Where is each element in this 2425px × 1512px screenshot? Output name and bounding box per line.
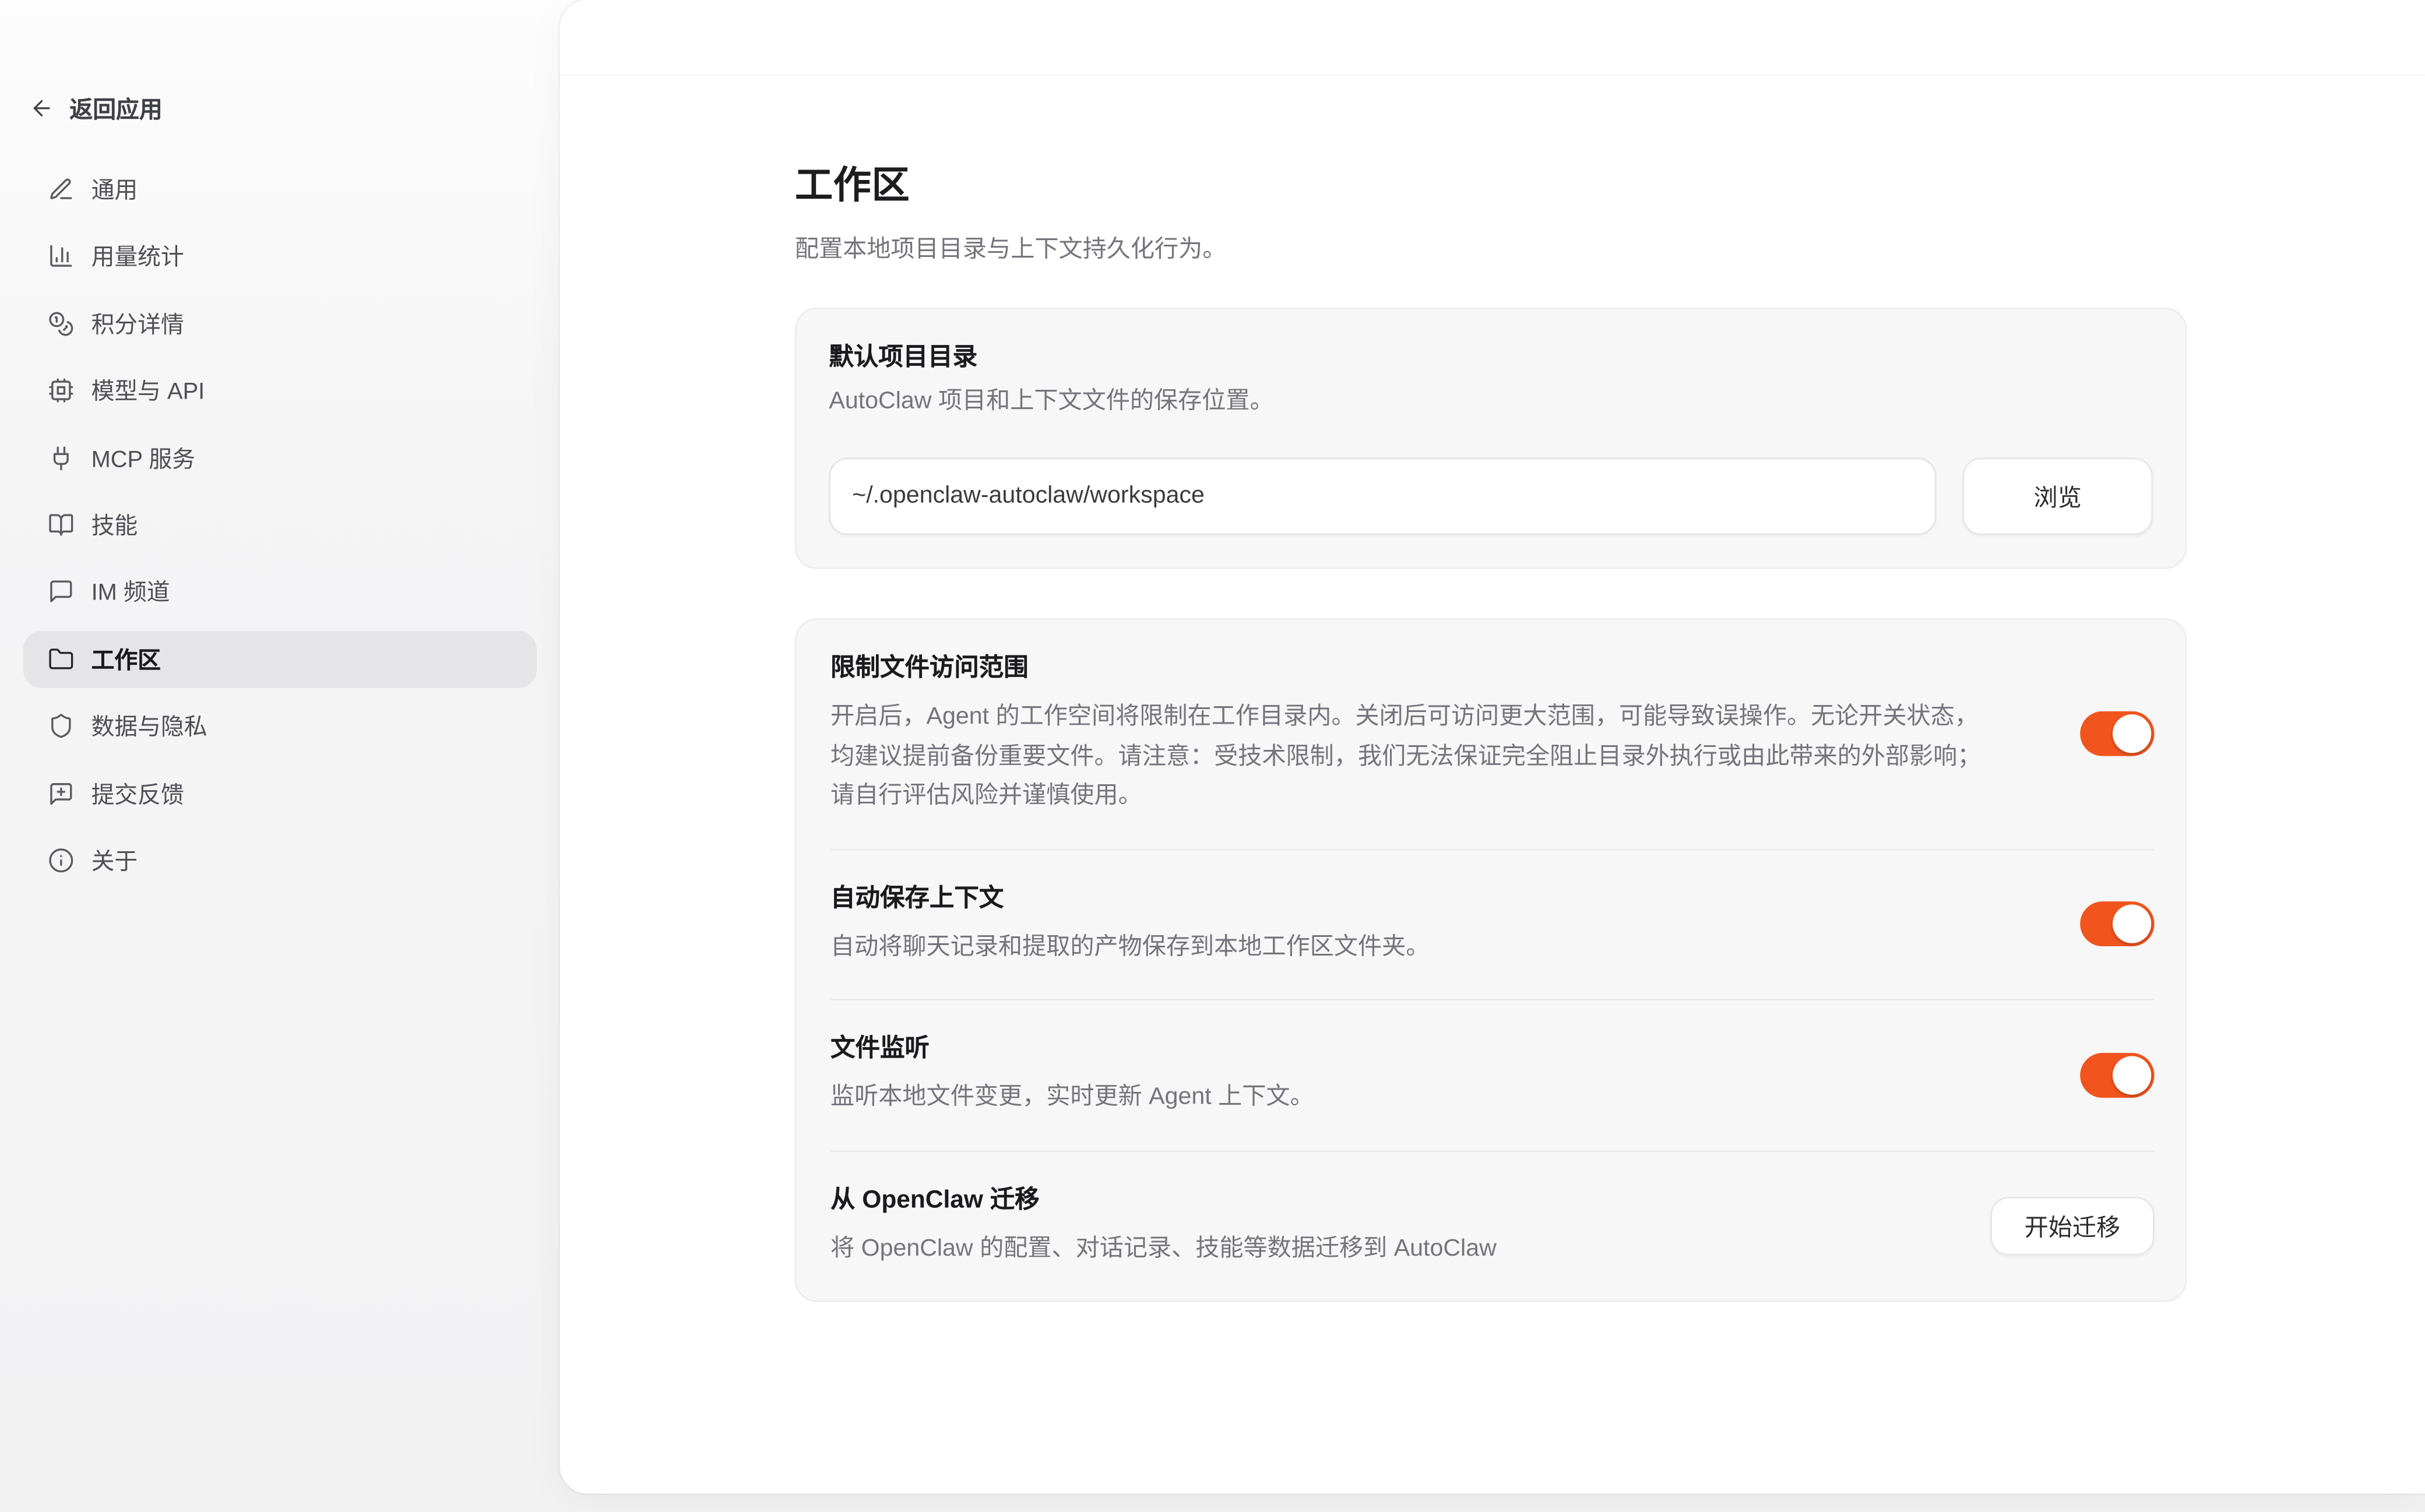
sidebar-item-general[interactable]: 通用 bbox=[23, 161, 537, 218]
sidebar-item-mcp-services[interactable]: MCP 服务 bbox=[23, 429, 537, 487]
folder-icon bbox=[48, 646, 74, 672]
workspace-path-input[interactable] bbox=[829, 457, 1936, 535]
sidebar-item-im-channels[interactable]: IM 频道 bbox=[23, 563, 537, 621]
default-directory-card: 默认项目目录 AutoClaw 项目和上下文文件的保存位置。 浏览 bbox=[795, 308, 2187, 569]
info-icon bbox=[48, 847, 74, 873]
sidebar-item-about[interactable]: 关于 bbox=[23, 831, 537, 889]
directory-input-row: 浏览 bbox=[829, 457, 2153, 535]
arrow-left-icon bbox=[29, 96, 54, 121]
main-panel: 工作区 配置本地项目目录与上下文持久化行为。 默认项目目录 AutoClaw 项… bbox=[560, 0, 2425, 1493]
sidebar-item-credits[interactable]: 积分详情 bbox=[23, 295, 537, 352]
auto-save-context-toggle[interactable] bbox=[2080, 902, 2154, 947]
page-subtitle: 配置本地项目目录与上下文持久化行为。 bbox=[795, 234, 2187, 267]
pencil-icon bbox=[48, 177, 74, 203]
setting-description: 开启后，Agent 的工作空间将限制在工作目录内。关闭后可访问更大范围，可能导致… bbox=[830, 697, 1987, 816]
chat-bubble-icon bbox=[48, 579, 74, 605]
feedback-icon bbox=[48, 780, 74, 806]
sidebar-item-skills[interactable]: 技能 bbox=[23, 496, 537, 554]
chip-icon bbox=[48, 378, 74, 404]
page-title: 工作区 bbox=[795, 159, 2187, 215]
plug-icon bbox=[48, 445, 74, 471]
book-open-icon bbox=[48, 512, 74, 538]
restrict-file-access-toggle[interactable] bbox=[2080, 711, 2154, 756]
back-button[interactable]: 返回应用 bbox=[29, 88, 162, 128]
sidebar-item-label: 积分详情 bbox=[91, 308, 184, 340]
setting-row-file-watch: 文件监听 监听本地文件变更，实时更新 Agent 上下文。 bbox=[830, 1000, 2155, 1151]
sidebar: 返回应用 通用 用量统计 积分详情 模型与 API MCP 服务 bbox=[0, 0, 560, 1512]
sidebar-item-label: 模型与 API bbox=[91, 375, 205, 407]
sidebar-item-workspace[interactable]: 工作区 bbox=[23, 630, 537, 688]
sidebar-item-label: 通用 bbox=[91, 173, 138, 206]
toggle-knob bbox=[2113, 1056, 2151, 1094]
shield-icon bbox=[48, 713, 74, 739]
setting-title: 限制文件访问范围 bbox=[830, 653, 1987, 686]
setting-title: 自动保存上下文 bbox=[830, 882, 1987, 916]
sidebar-item-label: 用量统计 bbox=[91, 240, 184, 273]
toggle-knob bbox=[2113, 905, 2151, 943]
sidebar-nav: 通用 用量统计 积分详情 模型与 API MCP 服务 技能 bbox=[23, 161, 537, 889]
coins-icon bbox=[48, 311, 74, 337]
setting-description: 将 OpenClaw 的配置、对话记录、技能等数据迁移到 AutoClaw bbox=[830, 1228, 1898, 1268]
workspace-settings-card: 限制文件访问范围 开启后，Agent 的工作空间将限制在工作目录内。关闭后可访问… bbox=[795, 618, 2187, 1302]
sidebar-item-models-api[interactable]: 模型与 API bbox=[23, 362, 537, 419]
browse-button[interactable]: 浏览 bbox=[1963, 457, 2153, 535]
setting-title: 文件监听 bbox=[830, 1033, 1987, 1067]
directory-card-title: 默认项目目录 bbox=[829, 341, 2153, 375]
settings-window: 返回应用 通用 用量统计 积分详情 模型与 API MCP 服务 bbox=[0, 0, 2425, 1512]
setting-row-restrict-file-access: 限制文件访问范围 开启后，Agent 的工作空间将限制在工作目录内。关闭后可访问… bbox=[830, 620, 2155, 850]
sidebar-item-label: MCP 服务 bbox=[91, 442, 195, 474]
sidebar-item-feedback[interactable]: 提交反馈 bbox=[23, 764, 537, 822]
sidebar-item-label: 关于 bbox=[91, 844, 138, 877]
bar-chart-icon bbox=[48, 244, 74, 270]
sidebar-item-label: 技能 bbox=[91, 509, 138, 541]
back-button-label: 返回应用 bbox=[69, 92, 162, 125]
setting-row-migrate-openclaw: 从 OpenClaw 迁移 将 OpenClaw 的配置、对话记录、技能等数据迁… bbox=[830, 1151, 2155, 1300]
sidebar-item-label: 工作区 bbox=[91, 643, 161, 675]
file-watch-toggle[interactable] bbox=[2080, 1052, 2154, 1097]
sidebar-item-label: 数据与隐私 bbox=[91, 710, 207, 742]
start-migration-button[interactable]: 开始迁移 bbox=[1990, 1196, 2154, 1255]
sidebar-item-label: IM 频道 bbox=[91, 576, 170, 608]
sidebar-item-usage-stats[interactable]: 用量统计 bbox=[23, 228, 537, 285]
directory-card-description: AutoClaw 项目和上下文文件的保存位置。 bbox=[829, 385, 2153, 419]
setting-row-auto-save-context: 自动保存上下文 自动将聊天记录和提取的产物保存到本地工作区文件夹。 bbox=[830, 850, 2155, 1000]
setting-description: 监听本地文件变更，实时更新 Agent 上下文。 bbox=[830, 1078, 1987, 1118]
setting-description: 自动将聊天记录和提取的产物保存到本地工作区文件夹。 bbox=[830, 927, 1987, 967]
toggle-knob bbox=[2113, 715, 2151, 753]
workspace-settings-content: 工作区 配置本地项目目录与上下文持久化行为。 默认项目目录 AutoClaw 项… bbox=[795, 0, 2187, 1302]
sidebar-item-label: 提交反馈 bbox=[91, 777, 184, 810]
setting-title: 从 OpenClaw 迁移 bbox=[830, 1183, 1898, 1217]
sidebar-item-data-privacy[interactable]: 数据与隐私 bbox=[23, 697, 537, 755]
